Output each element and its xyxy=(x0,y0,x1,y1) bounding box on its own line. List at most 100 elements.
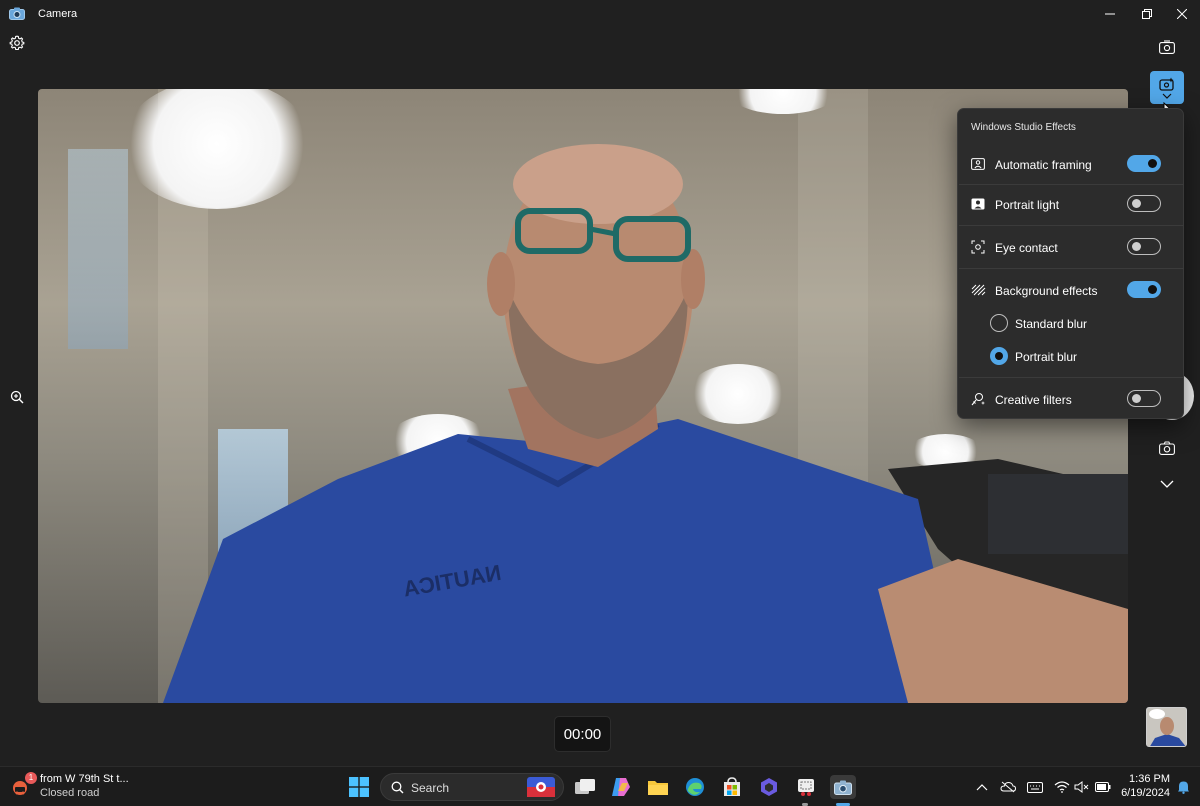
switch-camera-button[interactable] xyxy=(1151,31,1183,63)
wifi-button[interactable] xyxy=(1054,779,1070,795)
portrait-light-row[interactable]: Portrait light xyxy=(958,185,1183,225)
chevron-down-icon xyxy=(1160,480,1174,488)
portrait-light-label: Portrait light xyxy=(995,198,1060,212)
creative-filters-row[interactable]: Creative filters xyxy=(958,380,1183,420)
file-explorer-button[interactable] xyxy=(646,775,670,799)
search-highlight-icon xyxy=(527,777,555,797)
background-effects-row[interactable]: Background effects xyxy=(958,270,1183,310)
camera-taskbar-button[interactable] xyxy=(830,775,856,799)
studio-effects-flyout: Windows Studio Effects Automatic framing… xyxy=(957,108,1184,419)
keyboard-icon xyxy=(1027,781,1043,793)
cloud-off-icon xyxy=(1000,781,1016,793)
portrait-blur-radio[interactable] xyxy=(990,347,1008,365)
recording-timer: 00:00 xyxy=(554,716,611,752)
search-label: Search xyxy=(411,781,450,795)
battery-icon xyxy=(1095,782,1111,792)
divider xyxy=(959,268,1184,269)
eye-contact-icon xyxy=(970,239,986,255)
chevron-up-icon xyxy=(976,784,988,791)
chevron-down-icon xyxy=(1162,93,1172,99)
camera-app-window: Camera NAUTICA 00:00 Windows Studio Effe… xyxy=(0,0,1200,806)
camera-icon xyxy=(1159,441,1175,455)
taskbar-search[interactable]: Search xyxy=(380,773,564,801)
close-button[interactable] xyxy=(1162,0,1200,28)
clock-time: 1:36 PM xyxy=(1129,773,1170,785)
automatic-framing-label: Automatic framing xyxy=(995,158,1092,172)
switch-camera-icon xyxy=(1159,40,1175,54)
copilot-pwa-button[interactable] xyxy=(757,775,781,799)
taskbar: 1 from W 79th St t... Closed road Search xyxy=(0,766,1200,806)
minimize-button[interactable] xyxy=(1090,0,1130,28)
photo-mode-button[interactable] xyxy=(1151,432,1183,464)
title-bar: Camera xyxy=(0,0,1200,28)
automatic-framing-toggle[interactable] xyxy=(1127,155,1161,172)
last-capture-thumbnail[interactable] xyxy=(1146,707,1187,747)
standard-blur-radio[interactable] xyxy=(990,314,1008,332)
window-title: Camera xyxy=(38,8,78,20)
task-view-button[interactable] xyxy=(573,775,597,799)
cube-app-icon xyxy=(761,778,777,796)
minimize-icon xyxy=(1105,13,1115,15)
keyboard-button[interactable] xyxy=(1027,779,1043,795)
background-effects-icon xyxy=(970,282,986,298)
clock-date: 6/19/2024 xyxy=(1121,787,1170,799)
background-effects-toggle[interactable] xyxy=(1127,281,1161,298)
search-icon xyxy=(391,781,404,794)
bell-icon xyxy=(1177,781,1189,794)
creative-filters-toggle[interactable] xyxy=(1127,390,1161,407)
show-hidden-icons-button[interactable] xyxy=(974,779,990,795)
thumbnail-image xyxy=(1147,708,1186,746)
close-icon xyxy=(1177,9,1187,19)
folder-icon xyxy=(648,781,668,795)
cloud-status-button[interactable] xyxy=(1000,779,1016,795)
edge-icon xyxy=(686,778,704,796)
copilot-button[interactable] xyxy=(609,775,633,799)
standard-blur-label: Standard blur xyxy=(1015,317,1088,331)
studio-effects-button[interactable] xyxy=(1150,71,1184,104)
notifications-button[interactable] xyxy=(1175,779,1191,795)
portrait-light-toggle[interactable] xyxy=(1127,195,1161,212)
camera-app-icon xyxy=(834,780,852,795)
framing-icon xyxy=(970,156,986,172)
eye-contact-label: Eye contact xyxy=(995,241,1058,255)
portrait-blur-option[interactable]: Portrait blur xyxy=(958,340,1183,380)
clock-button[interactable]: 1:36 PM 6/19/2024 xyxy=(1116,767,1174,806)
portrait-blur-label: Portrait blur xyxy=(1015,350,1078,364)
flyout-title: Windows Studio Effects xyxy=(971,122,1076,133)
task-view-icon xyxy=(575,779,595,794)
snipping-tool-icon xyxy=(798,779,814,796)
automatic-framing-row[interactable]: Automatic framing xyxy=(958,144,1183,184)
eye-contact-toggle[interactable] xyxy=(1127,238,1161,255)
start-button[interactable] xyxy=(347,775,371,799)
zoom-in-icon xyxy=(10,390,24,404)
edge-browser-button[interactable] xyxy=(683,775,707,799)
eye-contact-row[interactable]: Eye contact xyxy=(958,227,1183,267)
portrait-light-icon xyxy=(970,196,986,212)
news-subtitle: Closed road xyxy=(40,787,100,799)
background-effects-label: Background effects xyxy=(995,284,1098,298)
more-modes-button[interactable] xyxy=(1151,468,1183,500)
news-headline: from W 79th St t... xyxy=(40,773,129,785)
divider xyxy=(959,377,1184,378)
maximize-button[interactable] xyxy=(1127,0,1167,28)
settings-button[interactable] xyxy=(6,32,28,54)
volume-button[interactable] xyxy=(1074,779,1090,795)
gear-icon xyxy=(9,35,25,51)
divider xyxy=(959,225,1184,226)
restore-icon xyxy=(1142,9,1152,19)
volume-muted-icon xyxy=(1074,781,1089,793)
wifi-icon xyxy=(1054,781,1070,793)
snipping-tool-button[interactable] xyxy=(794,775,818,799)
creative-filters-label: Creative filters xyxy=(995,393,1072,407)
camera-app-icon xyxy=(9,7,25,20)
studio-effects-icon xyxy=(1159,77,1174,91)
copilot-icon xyxy=(612,778,630,796)
store-icon xyxy=(724,777,740,796)
news-badge: 1 xyxy=(25,772,37,784)
zoom-button[interactable] xyxy=(6,386,28,408)
windows-logo-icon xyxy=(349,777,369,797)
news-widget[interactable]: 1 from W 79th St t... Closed road xyxy=(8,767,148,806)
creative-filters-icon xyxy=(970,391,986,407)
battery-button[interactable] xyxy=(1095,779,1111,795)
microsoft-store-button[interactable] xyxy=(720,775,744,799)
